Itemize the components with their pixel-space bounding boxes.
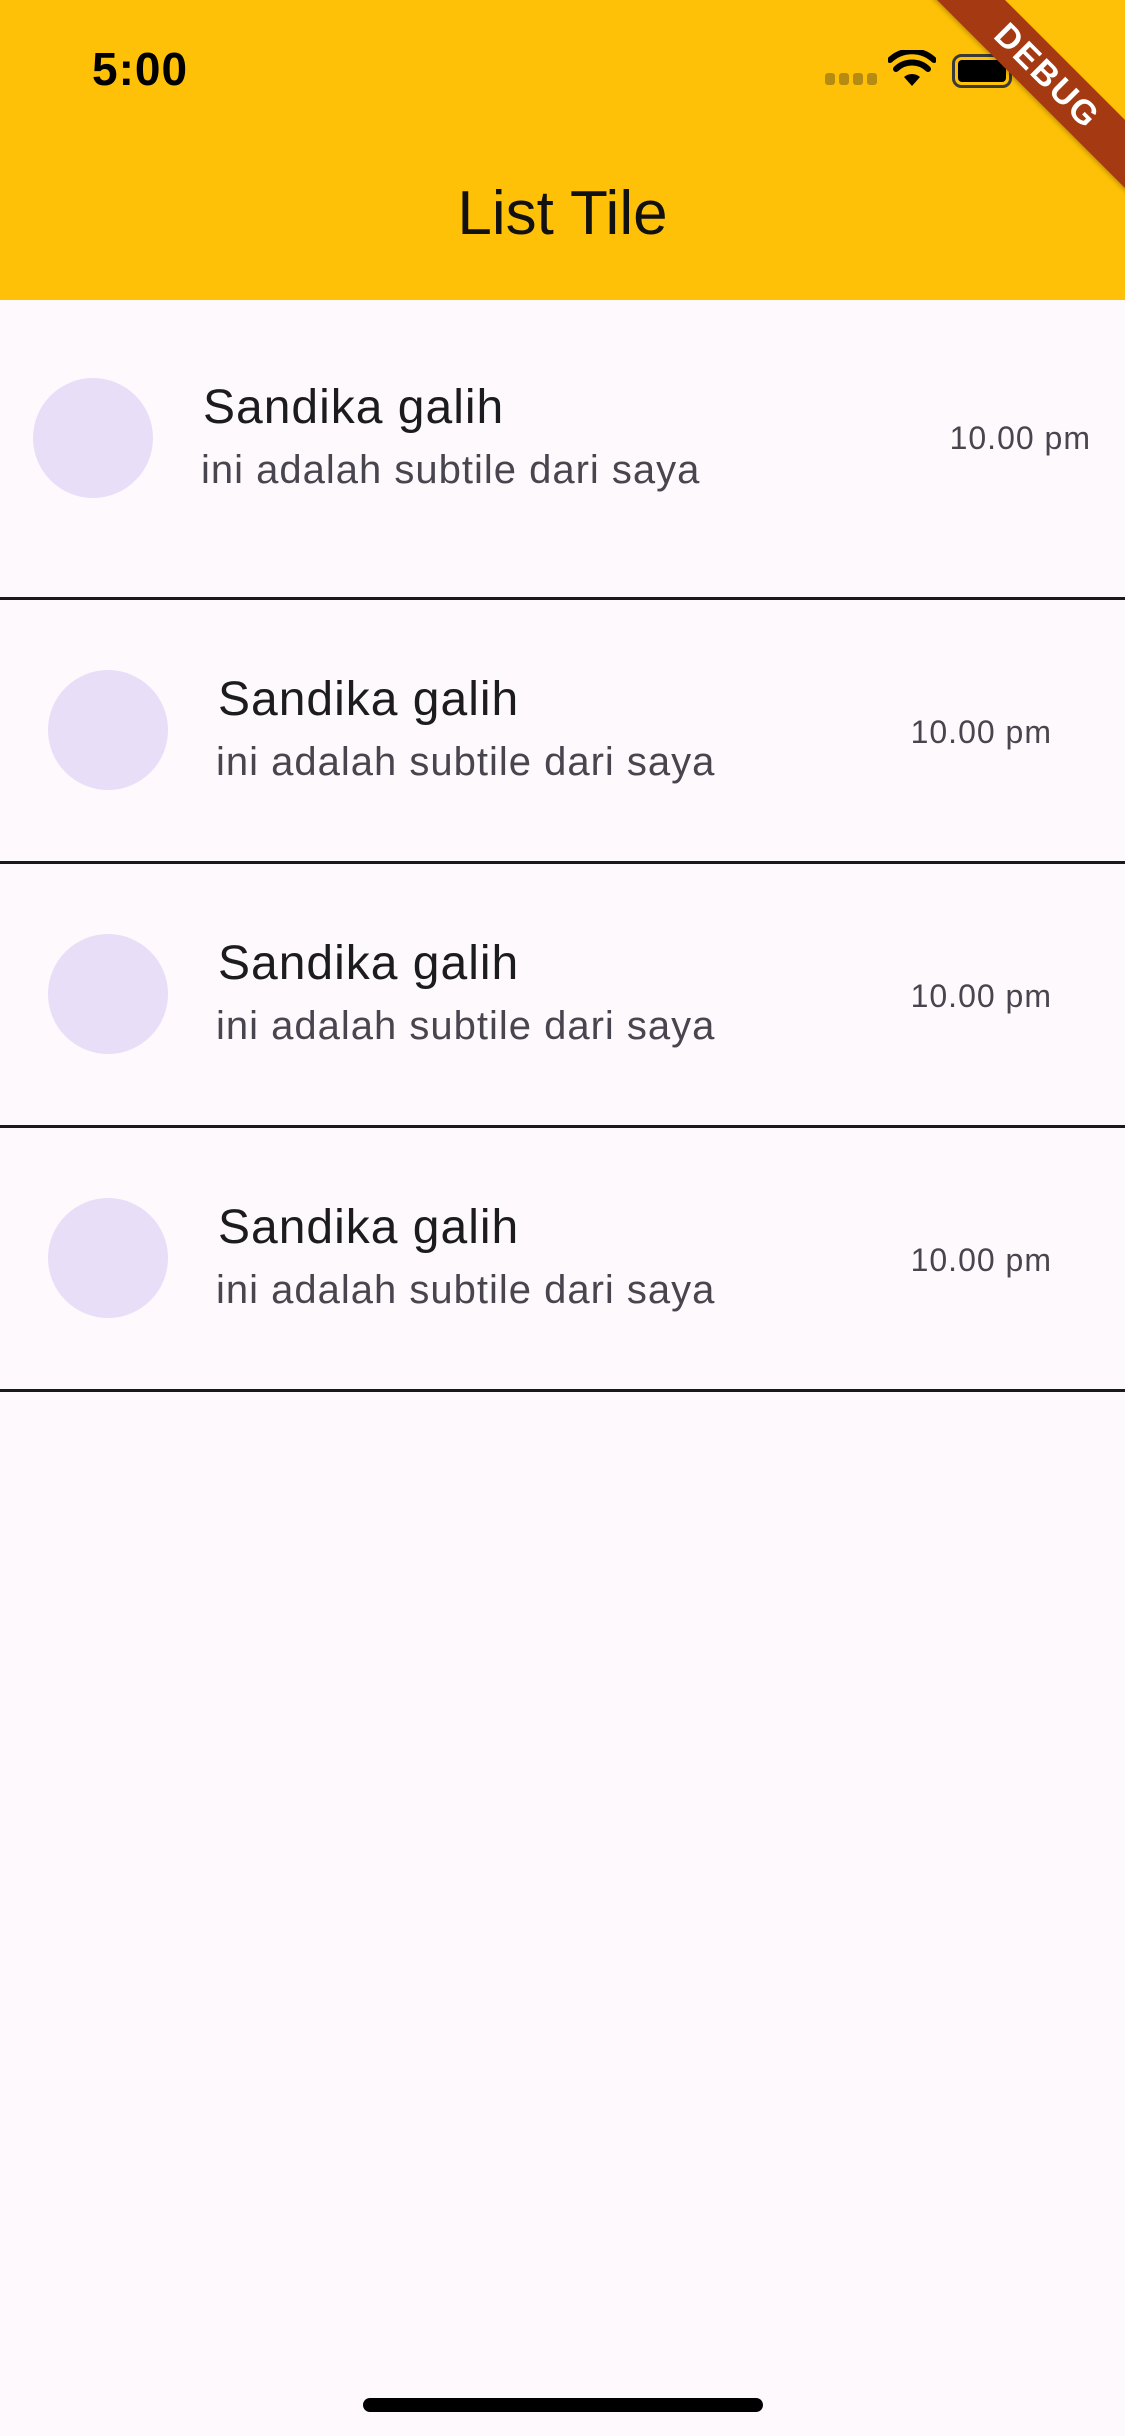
page-title: List Tile	[457, 179, 668, 248]
tile-trailing-time: 10.00 pm	[910, 1242, 1052, 1278]
tile-trailing-time: 10.00 pm	[949, 420, 1091, 456]
list-tile[interactable]: Sandika galih ini adalah subtile dari sa…	[0, 600, 1125, 864]
tile-subtitle: ini adalah subtile dari saya	[216, 740, 716, 784]
tile-subtitle: ini adalah subtile dari saya	[216, 1004, 716, 1048]
list-view: Sandika galih ini adalah subtile dari sa…	[0, 300, 1125, 1392]
tile-title: Sandika galih	[218, 1201, 520, 1254]
tile-trailing-time: 10.00 pm	[910, 978, 1052, 1014]
tile-title: Sandika galih	[218, 937, 520, 990]
list-tile[interactable]: Sandika galih ini adalah subtile dari sa…	[0, 1128, 1125, 1392]
tile-subtitle: ini adalah subtile dari saya	[201, 448, 701, 492]
tile-trailing-time: 10.00 pm	[910, 714, 1052, 750]
app-bar: 5:00 DEBUG List Tile	[0, 0, 1125, 300]
wifi-icon	[888, 50, 936, 86]
cellular-signal-icon	[825, 73, 879, 85]
list-tile[interactable]: Sandika galih ini adalah subtile dari sa…	[0, 864, 1125, 1128]
list-tile[interactable]: Sandika galih ini adalah subtile dari sa…	[0, 300, 1125, 600]
status-time: 5:00	[92, 43, 189, 95]
tile-subtitle: ini adalah subtile dari saya	[216, 1268, 716, 1312]
home-indicator[interactable]	[363, 2398, 763, 2412]
avatar	[33, 378, 153, 498]
avatar	[48, 934, 168, 1054]
avatar	[48, 1198, 168, 1318]
tile-title: Sandika galih	[218, 673, 520, 726]
avatar	[48, 670, 168, 790]
tile-title: Sandika galih	[203, 381, 505, 434]
